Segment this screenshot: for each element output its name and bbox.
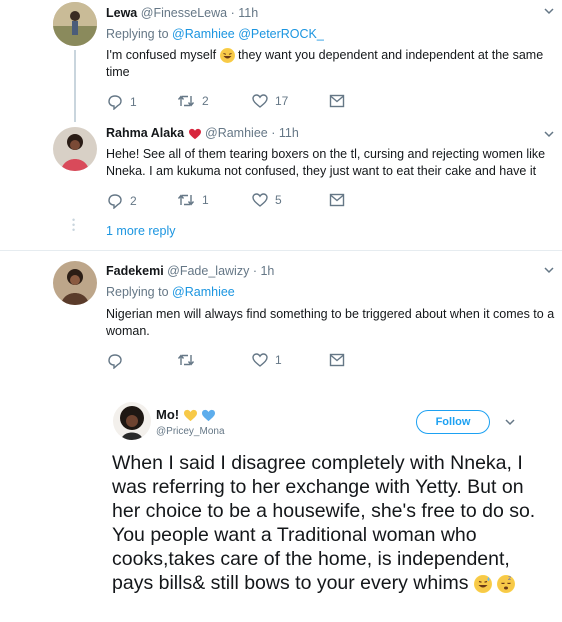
chevron-down-icon[interactable] xyxy=(543,264,555,279)
retweet-button[interactable]: 1 xyxy=(177,193,209,207)
avatar[interactable] xyxy=(113,402,151,440)
envelope-icon xyxy=(329,353,345,367)
like-button[interactable]: 1 xyxy=(252,353,282,367)
retweet-count: 1 xyxy=(202,193,209,207)
reply-count: 2 xyxy=(130,194,137,208)
chevron-down-icon[interactable] xyxy=(504,416,516,431)
tweet-text-part: I'm confused myself xyxy=(106,48,217,62)
retweet-button[interactable]: 2 xyxy=(177,94,209,108)
tweet-actions: 1 xyxy=(107,353,367,369)
author-line: Lewa @FinesseLewa · 11h xyxy=(106,6,258,20)
retweet-count: 2 xyxy=(202,94,209,108)
avatar-image xyxy=(113,402,151,440)
retweet-icon xyxy=(177,354,195,366)
replying-label: Replying to xyxy=(106,285,169,299)
avatar[interactable] xyxy=(53,261,97,305)
envelope-icon xyxy=(329,193,345,207)
sweat-smile-emoji-icon xyxy=(473,574,492,593)
avatar-image xyxy=(53,2,97,46)
message-button[interactable] xyxy=(329,193,345,207)
heart-icon xyxy=(252,94,268,108)
avatar[interactable] xyxy=(53,127,97,171)
sleeping-emoji-icon: z xyxy=(497,574,516,593)
chevron-down-icon[interactable] xyxy=(543,128,555,143)
like-count: 1 xyxy=(275,353,282,367)
replying-handles[interactable]: @Ramhiee @PeterROCK_ xyxy=(172,27,324,41)
author-name[interactable]: Fadekemi xyxy=(106,264,164,278)
reply-icon xyxy=(108,95,122,110)
more-replies-link[interactable]: 1 more reply xyxy=(106,224,175,238)
author-handle[interactable]: @Ramhiee xyxy=(205,126,268,140)
tweet-fadekemi[interactable]: Fadekemi @Fade_lawizy · 1h Replying to @… xyxy=(0,251,562,381)
svg-text:z: z xyxy=(508,575,511,582)
tweet-time[interactable]: · 11h xyxy=(271,126,299,140)
reply-icon xyxy=(108,354,122,369)
message-button[interactable] xyxy=(329,353,345,367)
retweet-button[interactable] xyxy=(177,353,202,367)
reply-button[interactable]: 1 xyxy=(107,94,137,110)
laughing-emoji-icon xyxy=(219,48,235,64)
replying-handles[interactable]: @Ramhiee xyxy=(172,285,235,299)
thread-line xyxy=(74,50,76,122)
reply-button[interactable]: 2 xyxy=(107,193,137,209)
reply-icon xyxy=(108,194,122,209)
tweet-text: Hehe! See all of them tearing boxers on … xyxy=(106,147,546,178)
avatar-image xyxy=(53,261,97,305)
follow-button[interactable]: Follow xyxy=(416,410,490,434)
tweet-actions: 1 2 17 xyxy=(107,94,367,110)
reply-button[interactable] xyxy=(107,353,130,369)
retweet-icon xyxy=(177,95,195,107)
like-count: 17 xyxy=(275,94,289,108)
retweet-icon xyxy=(177,194,195,206)
embed-tweet-text: When I said I disagree completely with N… xyxy=(112,451,552,595)
blue-heart-icon xyxy=(202,409,216,422)
tweet-actions: 2 1 5 xyxy=(107,193,367,209)
thread-dots: • • • xyxy=(72,215,76,235)
chevron-down-icon[interactable] xyxy=(543,5,555,20)
tweet-text: Nigerian men will always find something … xyxy=(106,307,555,338)
yellow-heart-icon xyxy=(183,409,197,422)
tweet-time[interactable]: · 11h xyxy=(231,6,259,20)
tweet-rahma[interactable]: Rahma Alaka @Ramhiee · 11h Hehe! See all… xyxy=(0,118,562,230)
replying-to: Replying to @Ramhiee @PeterROCK_ xyxy=(106,27,324,41)
embed-text-content: When I said I disagree completely with N… xyxy=(112,452,536,594)
avatar[interactable] xyxy=(53,2,97,46)
author-handle[interactable]: @FinesseLewa xyxy=(141,6,227,20)
envelope-icon xyxy=(329,94,345,108)
tweet-time[interactable]: · 1h xyxy=(253,264,275,278)
like-count: 5 xyxy=(275,193,282,207)
author-name[interactable]: Rahma Alaka xyxy=(106,126,184,140)
reply-count: 1 xyxy=(130,95,137,109)
author-handle[interactable]: @Fade_lawizy xyxy=(167,264,249,278)
tweet-text: I'm confused myself they want you depend… xyxy=(106,47,561,81)
message-button[interactable] xyxy=(329,94,345,108)
embed-author-line: Mo! xyxy=(156,407,216,422)
embed-author-name[interactable]: Mo! xyxy=(156,407,179,422)
heart-emoji-icon xyxy=(188,128,201,139)
like-button[interactable]: 17 xyxy=(252,94,288,108)
author-line: Fadekemi @Fade_lawizy · 1h xyxy=(106,264,274,278)
author-line: Rahma Alaka @Ramhiee · 11h xyxy=(106,126,299,140)
replying-label: Replying to xyxy=(106,27,169,41)
tweet-lewa[interactable]: Lewa @FinesseLewa · 11h Replying to @Ram… xyxy=(0,0,562,118)
embedded-tweet[interactable]: Mo! @Pricey_Mona Follow When I said I di… xyxy=(0,390,562,622)
heart-icon xyxy=(252,353,268,367)
avatar-image xyxy=(53,127,97,171)
like-button[interactable]: 5 xyxy=(252,193,282,207)
replying-to: Replying to @Ramhiee xyxy=(106,285,235,299)
author-name[interactable]: Lewa xyxy=(106,6,137,20)
embed-author-handle[interactable]: @Pricey_Mona xyxy=(156,426,225,437)
heart-icon xyxy=(252,193,268,207)
